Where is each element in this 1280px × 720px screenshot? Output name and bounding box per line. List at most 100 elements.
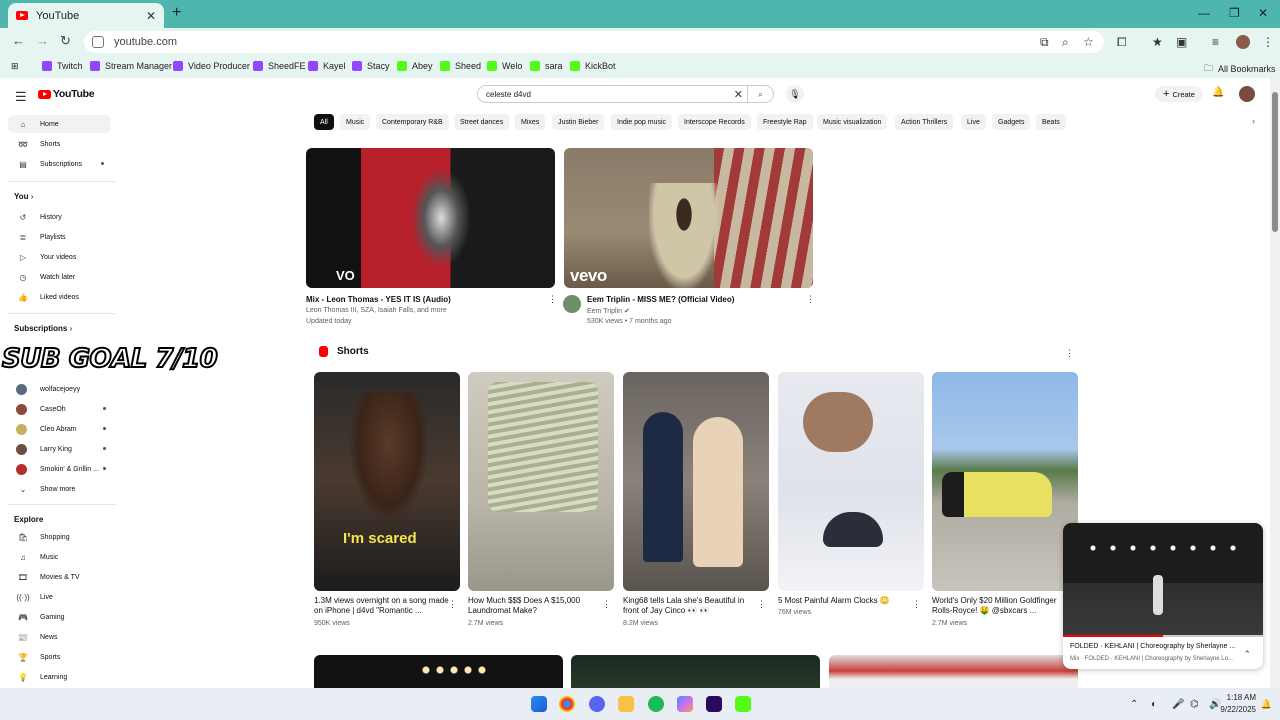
extensions-icon[interactable]: ⧠ [1117,35,1127,50]
bookmark-welo[interactable]: Welo [487,61,522,71]
short-menu-kebab-icon[interactable]: ⋮ [757,599,766,610]
chip-all[interactable]: All [314,114,334,130]
discord-icon[interactable] [589,696,605,712]
mini-player-progress[interactable] [1063,635,1263,637]
sidebar-item-shorts[interactable]: ➿ Shorts [8,135,110,153]
short-title[interactable]: World's Only $20 Million Goldfinger Roll… [932,596,1067,616]
forward-icon[interactable]: → [36,33,49,48]
chips-next-icon[interactable]: › [1252,116,1255,126]
video-channel[interactable]: Leon Thomas III, SZA, Isaiah Falls, and … [306,307,447,314]
search-input[interactable]: celeste d4vd ✕ ⌕ [477,85,774,103]
reading-list-icon[interactable]: ≡ [1212,35,1219,49]
sidebar-item-watch-later[interactable]: ◷ Watch later [8,268,110,286]
short-menu-kebab-icon[interactable]: ⋮ [912,599,921,610]
sidebar-item-history[interactable]: ↺ History [8,208,110,226]
sidebar-item-shopping[interactable]: 🛍 Shopping [8,528,110,546]
voice-search-button[interactable]: 🎙 [786,85,804,103]
chip[interactable]: Music [340,114,371,130]
bookmark-kayel[interactable]: Kayel [308,61,346,71]
chip[interactable]: Action Thrillers [895,114,954,130]
back-icon[interactable]: ← [12,33,25,48]
account-avatar[interactable] [1239,86,1255,102]
clear-search-icon[interactable]: ✕ [734,88,743,101]
bookmark-stacy[interactable]: Stacy [352,61,390,71]
video-menu-kebab-icon[interactable]: ⋮ [806,294,815,305]
microphone-tray-icon[interactable]: 🎤 [1172,699,1184,710]
video-thumbnail[interactable] [314,655,563,688]
tray-app-icon[interactable]: ◐ [1151,699,1157,710]
bookmark-sheedfe[interactable]: SheedFE [253,61,306,71]
chip[interactable]: Interscope Records [678,114,751,130]
short-title[interactable]: 5 Most Painful Alarm Clocks 😳 [778,596,913,606]
short-thumbnail[interactable] [623,372,769,591]
short-title[interactable]: King68 tells Lala she's Beautiful in fro… [623,596,758,616]
sidebar-item-gaming[interactable]: 🎮 Gaming [8,608,110,626]
copilot-icon[interactable] [677,696,693,712]
sidebar-item-movies-tv[interactable]: 🎞 Movies & TV [8,568,110,586]
bookmark-twitch[interactable]: Twitch [42,61,83,71]
chip[interactable]: Beats [1036,114,1066,130]
browser-tab-youtube[interactable]: YouTube ✕ [8,3,164,28]
chip[interactable]: Freestyle Rap [757,114,813,130]
short-menu-kebab-icon[interactable]: ⋮ [448,599,457,610]
chip[interactable]: Live [961,114,986,130]
chip[interactable]: Gadgets [992,114,1031,130]
sidebar-item-subscriptions[interactable]: ▤ Subscriptions [8,155,110,173]
chip[interactable]: Mixes [515,114,546,130]
chip[interactable]: Contemporary R&B [376,114,449,130]
short-title[interactable]: How Much $$$ Does A $15,000 Laundromat M… [468,596,603,616]
sidebar-item-home[interactable]: ⌂ Home [8,115,110,133]
subscription-item[interactable]: Larry King [8,440,110,458]
scrollbar-thumb[interactable] [1272,92,1278,232]
youtube-logo[interactable]: YouTube [38,88,95,100]
video-thumbnail[interactable]: VO [306,148,555,288]
chip[interactable]: Street dances [454,114,510,130]
sidebar-item-playlists[interactable]: ≣ Playlists [8,228,110,246]
new-tab-button[interactable]: + [172,4,181,22]
site-info-icon[interactable] [92,36,104,48]
sidebar-you-header[interactable]: You › [14,192,33,201]
zoom-icon[interactable]: ⌕ [1062,35,1069,50]
bookmark-kickbot[interactable]: KickBot [570,61,616,71]
sidebar-item-live[interactable]: ((·)) Live [8,588,110,606]
restore-icon[interactable]: ❐ [1229,6,1240,20]
mini-player-video[interactable] [1063,523,1263,635]
video-menu-kebab-icon[interactable]: ⋮ [548,294,557,305]
system-clock[interactable]: 1:18 AM 9/22/2025 [1220,692,1256,716]
install-app-icon[interactable]: ⧉ [1040,35,1049,50]
bookmark-abey[interactable]: Abey [397,61,433,71]
file-explorer-icon[interactable] [618,696,634,712]
short-menu-kebab-icon[interactable]: ⋮ [602,599,611,610]
address-bar[interactable]: youtube.com [84,31,1104,53]
sidebar-item-music[interactable]: ♫ Music [8,548,110,566]
channel-avatar[interactable] [563,295,581,313]
subscription-item[interactable]: Smokin' & Grillin ... [8,460,110,478]
bookmark-stream-manager[interactable]: Stream Manager [90,61,172,71]
reload-icon[interactable]: ↻ [60,33,71,49]
hamburger-menu-icon[interactable]: ☰ [15,89,27,105]
video-channel[interactable]: Eem Triplin ✔ [587,307,630,315]
chip[interactable]: Music visualization [817,114,888,130]
all-bookmarks[interactable]: 🗀 All Bookmarks [1204,61,1276,77]
shorts-menu-kebab-icon[interactable]: ⋮ [1065,348,1074,359]
network-icon[interactable]: ⌬ [1190,699,1199,710]
sidebar-item-sports[interactable]: 🏆 Sports [8,648,110,666]
mini-player[interactable]: FOLDED · KEHLANI | Choreography by Sherl… [1063,523,1263,669]
chip[interactable]: Justin Bieber [552,114,605,130]
short-thumbnail[interactable] [932,372,1078,591]
page-scrollbar[interactable] [1270,78,1280,688]
short-title[interactable]: 1.3M views overnight on a song made on i… [314,596,449,616]
window-close-icon[interactable]: ✕ [1258,6,1268,20]
video-thumbnail[interactable]: vevo [564,148,813,288]
bookmark-sheed[interactable]: Sheed [440,61,481,71]
chrome-icon[interactable] [559,696,575,712]
mini-player-expand-icon[interactable]: ⌃ [1243,649,1251,660]
subscription-item[interactable]: CaseOh [8,400,110,418]
sidebar-subscriptions-header[interactable]: Subscriptions › [14,324,72,333]
apps-grid-icon[interactable]: ⊞ [11,61,19,72]
favorites-icon[interactable]: ★ [1152,35,1163,49]
tab-close-icon[interactable]: ✕ [146,9,156,23]
video-thumbnail[interactable] [571,655,820,688]
sidebar-item-your-videos[interactable]: ▷ Your videos [8,248,110,266]
minimize-icon[interactable]: — [1198,6,1210,20]
